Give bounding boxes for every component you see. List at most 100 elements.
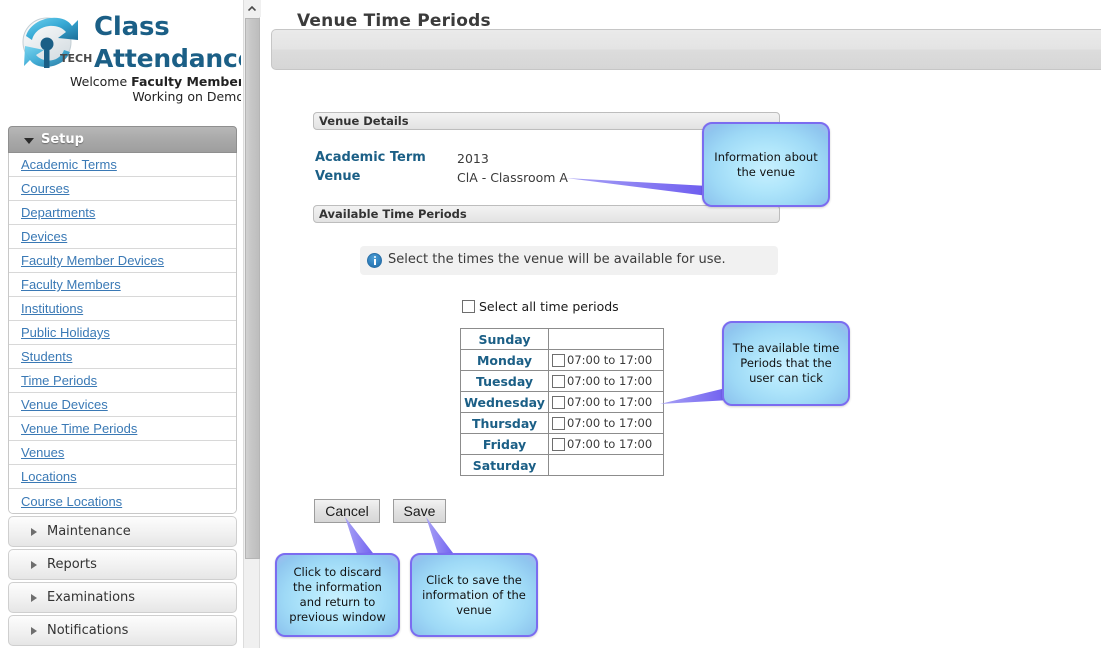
sidebar-item-link[interactable]: Venue Devices bbox=[21, 397, 108, 412]
time-period-checkbox[interactable] bbox=[552, 374, 565, 388]
label-venue: Venue bbox=[315, 169, 361, 184]
table-row: Tuesday 07:00 to 17:00 bbox=[460, 370, 664, 392]
sidebar-item[interactable]: Faculty Members bbox=[9, 273, 236, 297]
table-row: Wednesday 07:00 to 17:00 bbox=[460, 391, 664, 413]
chevron-down-icon bbox=[24, 138, 34, 144]
callout-tail-venue bbox=[566, 178, 708, 196]
table-row: Saturday bbox=[460, 454, 664, 476]
sidebar-item[interactable]: Academic Terms bbox=[9, 153, 236, 177]
time-period-slot-cell[interactable]: 07:00 to 17:00 bbox=[548, 391, 664, 413]
value-venue: ClA - Classroom A bbox=[457, 170, 568, 185]
sidebar: TECH Class Attendance Welcome Faculty Me… bbox=[0, 0, 241, 648]
sidebar-item-link[interactable]: Institutions bbox=[21, 301, 83, 316]
welcome-username: Faculty Member bbox=[131, 74, 241, 89]
sidebar-collapsed-sections: Maintenance Reports Examinations Notificati… bbox=[8, 516, 237, 646]
sidebar-item-link[interactable]: Time Periods bbox=[21, 373, 97, 388]
select-all-row[interactable]: Select all time periods bbox=[462, 299, 619, 314]
value-academic-term: 2013 bbox=[457, 151, 489, 166]
sidebar-section[interactable]: Maintenance bbox=[8, 516, 237, 547]
chevron-right-icon bbox=[31, 627, 37, 635]
time-period-slot-cell[interactable]: 07:00 to 17:00 bbox=[548, 370, 664, 392]
brand-header: TECH Class Attendance Welcome Faculty Me… bbox=[0, 0, 241, 120]
brand-title-line1: Class bbox=[94, 12, 170, 42]
sidebar-item-link[interactable]: Faculty Member Devices bbox=[21, 253, 164, 268]
sidebar-item-link[interactable]: Faculty Members bbox=[21, 277, 121, 292]
sidebar-item[interactable]: Venue Devices bbox=[9, 393, 236, 417]
page-header-bar bbox=[271, 29, 1101, 70]
time-period-slot-cell[interactable]: 07:00 to 17:00 bbox=[548, 349, 664, 371]
sidebar-item[interactable]: Institutions bbox=[9, 297, 236, 321]
chevron-up-icon bbox=[248, 6, 256, 11]
time-period-slot-cell bbox=[548, 328, 664, 350]
sidebar-section-label: Reports bbox=[47, 557, 97, 572]
callout-save-help: Click to save the information of the ven… bbox=[410, 553, 538, 637]
time-period-checkbox[interactable] bbox=[552, 437, 565, 451]
time-period-day: Friday bbox=[460, 433, 549, 455]
time-period-checkbox[interactable] bbox=[552, 395, 565, 409]
sidebar-item-link[interactable]: Venues bbox=[21, 445, 64, 460]
time-period-day: Thursday bbox=[460, 412, 549, 434]
sidebar-item[interactable]: Venue Time Periods bbox=[9, 417, 236, 441]
table-row: Thursday 07:00 to 17:00 bbox=[460, 412, 664, 434]
section-header-available-time-periods: Available Time Periods bbox=[313, 205, 780, 223]
time-periods-table: Sunday Monday 07:00 to 17:00 Tuesday 07:00 t… bbox=[460, 328, 664, 476]
callout-venue-info: Information about the venue bbox=[702, 122, 830, 207]
scroll-up-button[interactable] bbox=[244, 0, 261, 17]
sidebar-item[interactable]: Students bbox=[9, 345, 236, 369]
select-all-checkbox[interactable] bbox=[462, 300, 475, 313]
time-period-slot-cell[interactable]: 07:00 to 17:00 bbox=[548, 412, 664, 434]
time-period-day: Monday bbox=[460, 349, 549, 371]
select-all-label: Select all time periods bbox=[479, 299, 619, 314]
sidebar-section-label: Maintenance bbox=[47, 524, 131, 539]
sidebar-item[interactable]: Venues bbox=[9, 441, 236, 465]
sidebar-item[interactable]: Departments bbox=[9, 201, 236, 225]
scrollbar-thumb[interactable] bbox=[245, 18, 260, 559]
callout-time-periods: The available time Periods that the user… bbox=[722, 321, 850, 406]
sidebar-item[interactable]: Locations bbox=[9, 465, 236, 489]
sidebar-nav: Setup Academic Terms Courses Departments De… bbox=[8, 126, 237, 646]
sidebar-item-link[interactable]: Students bbox=[21, 349, 72, 364]
sidebar-section[interactable]: Notifications bbox=[8, 615, 237, 646]
sidebar-item-link[interactable]: Devices bbox=[21, 229, 67, 244]
footer-strip bbox=[522, 643, 1101, 648]
sidebar-item-link[interactable]: Public Holidays bbox=[21, 325, 110, 340]
sidebar-item-link[interactable]: Departments bbox=[21, 205, 95, 220]
application-window: TECH Class Attendance Welcome Faculty Me… bbox=[0, 0, 1101, 648]
table-row: Sunday bbox=[460, 328, 664, 350]
sidebar-item[interactable]: Devices bbox=[9, 225, 236, 249]
chevron-right-icon bbox=[31, 594, 37, 602]
sidebar-section-label: Examinations bbox=[47, 590, 136, 605]
sidebar-item-link[interactable]: Academic Terms bbox=[21, 157, 117, 172]
sidebar-section[interactable]: Reports bbox=[8, 549, 237, 580]
iptech-globe-logo: TECH bbox=[22, 17, 92, 68]
sidebar-section-setup-label: Setup bbox=[41, 132, 84, 147]
sidebar-item-link[interactable]: Venue Time Periods bbox=[21, 421, 137, 436]
sidebar-item[interactable]: Time Periods bbox=[9, 369, 236, 393]
time-period-slot-label: 07:00 to 17:00 bbox=[567, 437, 653, 451]
sidebar-item[interactable]: Public Holidays bbox=[9, 321, 236, 345]
sidebar-section[interactable]: Examinations bbox=[8, 582, 237, 613]
sidebar-item-link[interactable]: Courses bbox=[21, 181, 69, 196]
welcome-prefix: Welcome bbox=[70, 74, 132, 89]
working-on-text: Working on Demo bbox=[132, 89, 241, 104]
sidebar-scrollbar[interactable] bbox=[243, 0, 261, 648]
time-period-slot-label: 07:00 to 17:00 bbox=[567, 416, 653, 430]
time-period-checkbox[interactable] bbox=[552, 353, 565, 367]
time-period-day: Wednesday bbox=[460, 391, 549, 413]
time-periods-table-body: Sunday Monday 07:00 to 17:00 Tuesday 07:00 t… bbox=[460, 328, 664, 476]
time-period-checkbox[interactable] bbox=[552, 416, 565, 430]
time-period-slot-label: 07:00 to 17:00 bbox=[567, 353, 653, 367]
sidebar-item[interactable]: Courses bbox=[9, 177, 236, 201]
sidebar-item-link[interactable]: Locations bbox=[21, 469, 77, 484]
time-period-day: Tuesday bbox=[460, 370, 549, 392]
sidebar-item[interactable]: Course Locations bbox=[9, 489, 236, 513]
chevron-right-icon bbox=[31, 561, 37, 569]
sidebar-item-link[interactable]: Course Locations bbox=[21, 494, 122, 509]
label-academic-term: Academic Term bbox=[315, 150, 426, 165]
sidebar-section-setup[interactable]: Setup bbox=[8, 126, 237, 153]
chevron-right-icon bbox=[31, 528, 37, 536]
sidebar-item[interactable]: Faculty Member Devices bbox=[9, 249, 236, 273]
welcome-text: Welcome Faculty Member bbox=[40, 74, 241, 89]
time-period-slot-cell[interactable]: 07:00 to 17:00 bbox=[548, 433, 664, 455]
sidebar-section-label: Notifications bbox=[47, 623, 129, 638]
